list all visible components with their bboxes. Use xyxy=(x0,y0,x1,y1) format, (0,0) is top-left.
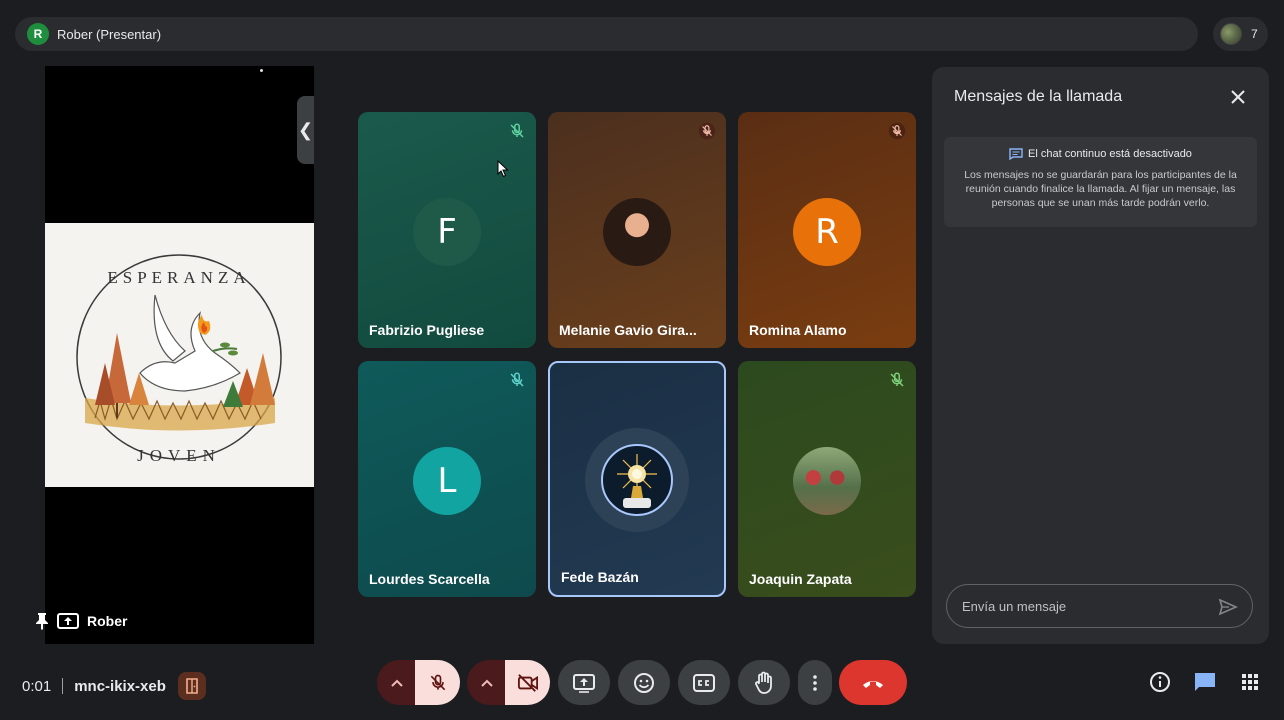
activities-button[interactable] xyxy=(1238,670,1262,694)
cursor-dot xyxy=(260,69,263,72)
participant-name: Fede Bazán xyxy=(561,569,639,585)
chat-notice: El chat continuo está desactivado Los me… xyxy=(944,137,1257,227)
participant-photo xyxy=(793,447,861,515)
meeting-details-button[interactable] xyxy=(1148,670,1172,694)
meeting-info: 0:01 mnc-ikix-xeb xyxy=(22,672,206,700)
meeting-code: mnc-ikix-xeb xyxy=(74,677,166,695)
participant-tile[interactable]: R Romina Alamo xyxy=(738,112,916,348)
monstrance-icon xyxy=(617,454,657,508)
more-vert-icon xyxy=(813,674,817,691)
door-icon xyxy=(186,678,198,694)
camera-off-icon xyxy=(517,673,538,692)
presentation-slide: ESPERANZA JOVEN xyxy=(45,223,314,487)
participant-name: Joaquin Zapata xyxy=(749,571,852,587)
participant-count: 7 xyxy=(1251,27,1258,41)
chat-panel: Mensajes de la llamada El chat continuo … xyxy=(932,67,1269,644)
chat-toggle-button[interactable] xyxy=(1193,670,1217,694)
participant-photo xyxy=(601,444,673,516)
participant-tile[interactable]: L Lourdes Scarcella xyxy=(358,361,536,597)
presentation-view: ESPERANZA JOVEN xyxy=(45,66,314,644)
chat-bubble-icon xyxy=(1009,148,1023,160)
present-screen-icon xyxy=(573,673,595,693)
presenter-name: Rober xyxy=(87,613,128,629)
chat-message-input[interactable] xyxy=(962,598,1202,614)
video-options-button[interactable] xyxy=(467,660,507,705)
chat-title: Mensajes de la llamada xyxy=(954,88,1123,105)
captions-button[interactable] xyxy=(678,660,730,705)
audio-options-button[interactable] xyxy=(377,660,417,705)
presenter-name-row: Rober xyxy=(35,612,127,630)
reactions-button[interactable] xyxy=(618,660,670,705)
raise-hand-button[interactable] xyxy=(738,660,790,705)
pin-icon[interactable] xyxy=(35,612,49,630)
slide-title-top: ESPERANZA xyxy=(107,268,250,287)
host-controls-button[interactable] xyxy=(177,672,206,700)
mouse-cursor-icon xyxy=(497,160,509,178)
mic-off-icon xyxy=(888,122,906,140)
divider xyxy=(62,678,64,694)
participant-name: Fabrizio Pugliese xyxy=(369,322,485,338)
notice-body: Los mensajes no se guardarán para los pa… xyxy=(964,169,1237,209)
chevron-up-icon xyxy=(391,679,403,687)
participant-name: Melanie Gavio Gira... xyxy=(559,322,697,338)
mic-off-icon xyxy=(698,122,716,140)
slide-title-bottom: JOVEN xyxy=(137,446,221,465)
call-time: 0:01 xyxy=(22,677,52,695)
present-now-button[interactable] xyxy=(558,660,610,705)
chevron-up-icon xyxy=(481,679,493,687)
collapse-presentation-button[interactable]: ❮ xyxy=(297,96,314,164)
emoji-icon xyxy=(634,672,654,693)
participant-tile[interactable]: Melanie Gavio Gira... xyxy=(548,112,726,348)
participant-tile-active-speaker[interactable]: Fede Bazán xyxy=(548,361,726,597)
chat-input-container[interactable] xyxy=(946,584,1253,628)
present-screen-icon xyxy=(57,613,79,629)
apps-grid-icon xyxy=(1242,674,1258,690)
participant-tile[interactable]: F Fabrizio Pugliese xyxy=(358,112,536,348)
captions-icon xyxy=(693,673,715,692)
participant-photo xyxy=(603,198,671,266)
chat-icon xyxy=(1195,673,1215,691)
mic-off-icon xyxy=(890,372,904,387)
participant-name: Romina Alamo xyxy=(749,322,847,338)
send-icon[interactable] xyxy=(1218,597,1238,617)
participant-name: Lourdes Scarcella xyxy=(369,571,490,587)
mic-off-icon xyxy=(430,674,445,690)
leave-call-button[interactable] xyxy=(839,660,907,705)
notice-head-text: El chat continuo está desactivado xyxy=(1028,148,1192,160)
participants-avatar-icon xyxy=(1220,23,1242,45)
close-icon[interactable] xyxy=(1228,87,1248,107)
participants-button[interactable]: 7 xyxy=(1213,17,1268,51)
presenter-label: Rober (Presentar) xyxy=(57,26,162,42)
mic-toggle-button[interactable] xyxy=(415,660,460,705)
participant-avatar: L xyxy=(413,447,481,515)
esperanza-joven-logo: ESPERANZA JOVEN xyxy=(76,254,282,465)
more-options-button[interactable] xyxy=(798,660,832,705)
participant-tile[interactable]: Joaquin Zapata xyxy=(738,361,916,597)
info-icon xyxy=(1150,672,1170,692)
participant-avatar: R xyxy=(793,198,861,266)
camera-toggle-button[interactable] xyxy=(505,660,550,705)
hang-up-icon xyxy=(863,680,883,688)
notice-head: El chat continuo está desactivado xyxy=(954,148,1247,160)
presenter-avatar: R xyxy=(27,23,49,45)
presenter-bar[interactable]: R Rober (Presentar) xyxy=(15,17,1198,51)
meet-window: R Rober (Presentar) 7 ESPERANZA JOVEN ❮ … xyxy=(0,0,1284,720)
mic-off-icon xyxy=(510,123,524,138)
hand-icon xyxy=(755,671,772,694)
mic-off-icon xyxy=(510,372,524,387)
participant-avatar: F xyxy=(413,198,481,266)
